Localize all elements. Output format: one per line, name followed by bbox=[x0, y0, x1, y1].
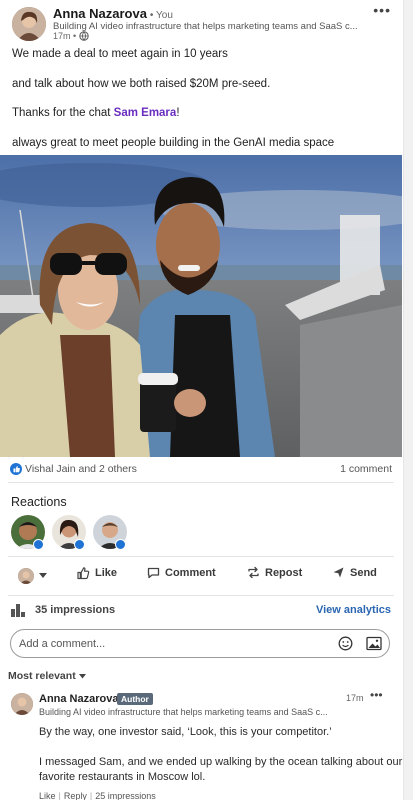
post-text-line-2: and talk about how we both raised $20M p… bbox=[12, 78, 271, 90]
current-user-avatar bbox=[18, 568, 34, 584]
author-avatar[interactable] bbox=[12, 7, 46, 41]
send-button[interactable]: Send bbox=[332, 566, 377, 579]
separator: | bbox=[58, 791, 61, 800]
repost-icon bbox=[248, 566, 259, 579]
comment-text-line-3: favorite restaurants in Moscow lol. bbox=[39, 771, 206, 783]
mention-suffix: ! bbox=[176, 107, 180, 119]
comment-label: Comment bbox=[165, 566, 216, 579]
post-time-text: 17m • bbox=[53, 31, 77, 41]
mention-link[interactable]: Sam Emara bbox=[114, 107, 177, 119]
comment-time: 17m bbox=[346, 693, 364, 703]
divider bbox=[8, 595, 394, 596]
post-text-line-1: We made a deal to meet again in 10 years bbox=[12, 48, 228, 60]
likers-link[interactable]: Vishal Jain and 2 others bbox=[25, 463, 137, 475]
repost-button[interactable]: Repost bbox=[247, 566, 302, 579]
more-options-icon[interactable]: ••• bbox=[373, 2, 391, 18]
comment-like-button[interactable]: Like bbox=[39, 791, 56, 800]
like-button[interactable]: Like bbox=[76, 566, 117, 580]
like-badge-icon bbox=[33, 539, 44, 550]
comment-text-line-2: I messaged Sam, and we ended up walking … bbox=[39, 756, 403, 768]
like-label: Like bbox=[95, 567, 118, 579]
author-name[interactable]: Anna Nazarova bbox=[53, 6, 147, 21]
like-badge-icon bbox=[115, 539, 126, 550]
impressions-count: 35 impressions bbox=[35, 604, 116, 616]
comment-author-name[interactable]: Anna Nazarova bbox=[39, 693, 118, 705]
send-label: Send bbox=[350, 566, 377, 579]
divider bbox=[8, 482, 394, 483]
sort-label: Most relevant bbox=[8, 670, 76, 682]
post-text-thanks: Thanks for the chat bbox=[12, 107, 111, 119]
comment-text-line-1: By the way, one investor said, ‘Look, th… bbox=[39, 726, 332, 738]
scrollbar[interactable] bbox=[403, 0, 413, 800]
chevron-down-icon bbox=[39, 573, 47, 578]
chevron-down-icon bbox=[78, 674, 86, 679]
thumbs-up-icon bbox=[77, 567, 90, 580]
comment-box bbox=[10, 629, 390, 658]
comment-author-headline: Building AI video infrastructure that he… bbox=[39, 707, 328, 717]
comment-button[interactable]: Comment bbox=[147, 566, 216, 579]
author-badge: Author bbox=[117, 693, 153, 705]
emoji-icon[interactable] bbox=[338, 636, 353, 651]
globe-icon bbox=[79, 31, 89, 41]
comment-footer: Like | Reply | 25 impressions bbox=[39, 791, 156, 800]
action-bar: Like Comment Repost Send bbox=[0, 566, 402, 588]
send-icon bbox=[333, 567, 344, 578]
sort-dropdown[interactable]: Most relevant bbox=[8, 670, 86, 682]
image-icon[interactable] bbox=[366, 636, 382, 651]
author-line: Anna Nazarova • You bbox=[53, 6, 173, 21]
comment-impressions: 25 impressions bbox=[95, 791, 156, 800]
reaction-identity-selector[interactable] bbox=[18, 568, 47, 584]
comment-author-avatar[interactable] bbox=[11, 693, 33, 715]
separator: | bbox=[89, 791, 93, 800]
like-badge-icon bbox=[74, 539, 85, 550]
post-text-line-4: always great to meet people building in … bbox=[12, 137, 335, 149]
comment-icon bbox=[147, 567, 160, 579]
post-time: 17m • bbox=[53, 31, 89, 41]
author-degree: • You bbox=[149, 10, 173, 21]
repost-label: Repost bbox=[265, 566, 303, 579]
bar-chart-icon bbox=[11, 604, 25, 617]
author-headline: Building AI video infrastructure that he… bbox=[53, 21, 358, 32]
divider bbox=[8, 556, 394, 557]
comment-input[interactable] bbox=[19, 636, 309, 651]
impressions-row: 35 impressions View analytics bbox=[11, 604, 391, 618]
comments-count-link[interactable]: 1 comment bbox=[340, 463, 392, 475]
post-header: Anna Nazarova • You Building AI video inf… bbox=[0, 0, 413, 44]
comment-reply-button[interactable]: Reply bbox=[64, 791, 87, 800]
social-counts: Vishal Jain and 2 others 1 comment bbox=[10, 463, 392, 477]
post-text-line-3: Thanks for the chat Sam Emara! bbox=[12, 107, 180, 119]
view-analytics-link[interactable]: View analytics bbox=[316, 604, 391, 616]
comment-more-icon[interactable]: ••• bbox=[370, 688, 383, 702]
reactions-title: Reactions bbox=[11, 495, 67, 509]
post-photo[interactable] bbox=[0, 155, 402, 457]
like-reaction-icon bbox=[10, 463, 22, 475]
